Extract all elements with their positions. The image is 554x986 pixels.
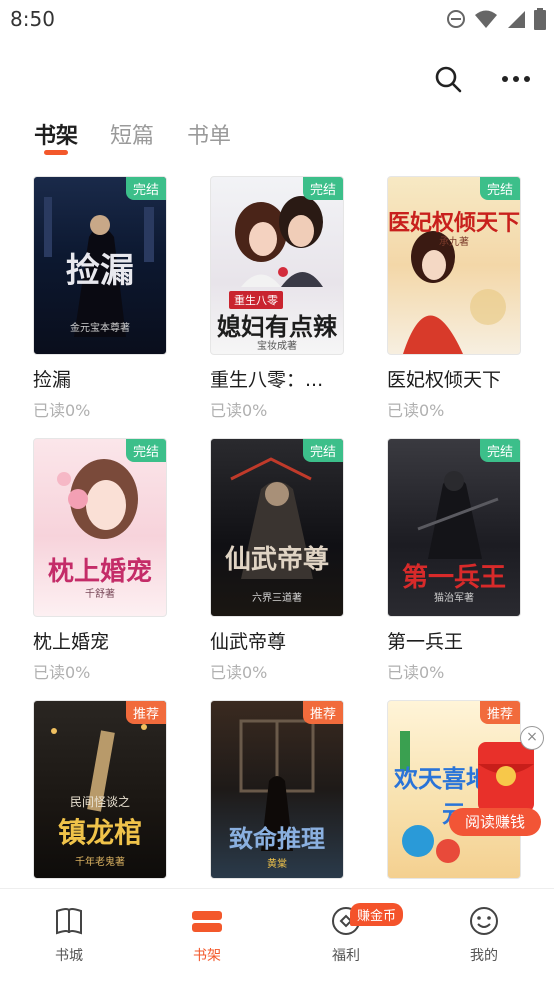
read-progress: 已读0% bbox=[210, 401, 268, 420]
book-title: 第一兵王 bbox=[387, 631, 464, 653]
status-badge: 推荐 bbox=[479, 701, 520, 724]
book-cover[interactable]: 枕上婚宠 千舒著 完结 bbox=[33, 438, 167, 617]
cover-author: 猫治军著 bbox=[434, 593, 474, 604]
cover-art bbox=[51, 724, 147, 812]
cover-title: 仙武帝尊 bbox=[224, 545, 329, 575]
cover-title: 致命推理 bbox=[229, 825, 325, 853]
status-badge: 完结 bbox=[479, 439, 520, 462]
cover-author: 宝妆成著 bbox=[257, 341, 297, 352]
book-item[interactable]: 枕上婚宠 千舒著 完结 枕上婚宠 已读0% bbox=[33, 438, 167, 683]
cover-author: 千舒著 bbox=[85, 589, 115, 600]
promo-label[interactable]: 阅读赚钱 bbox=[449, 808, 541, 836]
nav-label: 福利 bbox=[332, 948, 360, 964]
cover-author: 黄棠 bbox=[267, 859, 287, 870]
promo-close-button[interactable]: × bbox=[520, 726, 544, 750]
book-item[interactable]: 仙武帝尊 六界三道著 完结 仙武帝尊 已读0% bbox=[210, 438, 344, 683]
search-icon bbox=[435, 66, 462, 93]
battery-icon bbox=[534, 8, 546, 30]
cover-art bbox=[403, 231, 506, 354]
book-item[interactable]: 重生八零 媳妇有点辣 宝妆成著 完结 重生八零：... 已读0% bbox=[210, 176, 344, 421]
book-cover[interactable]: 仙武帝尊 六界三道著 完结 bbox=[210, 438, 344, 617]
search-button[interactable] bbox=[433, 64, 463, 94]
status-badge: 推荐 bbox=[302, 701, 343, 724]
book-cover[interactable]: 重生八零 媳妇有点辣 宝妆成著 完结 bbox=[210, 176, 344, 355]
book-open-icon bbox=[56, 908, 82, 935]
read-progress: 已读0% bbox=[210, 663, 268, 682]
cover-subtitle: 民间怪谈之 bbox=[69, 795, 130, 809]
bookshelf-icon bbox=[192, 911, 222, 932]
smiley-face-icon bbox=[470, 907, 498, 935]
book-title: 重生八零：... bbox=[210, 369, 324, 391]
nav-bookstore[interactable]: 书城 bbox=[29, 905, 109, 965]
nav-label: 我的 bbox=[470, 948, 498, 964]
tab-short-stories[interactable]: 短篇 bbox=[110, 118, 154, 150]
book-item[interactable]: 民间怪谈之 镇龙棺 千年老鬼著 推荐 bbox=[33, 700, 167, 879]
status-badge: 完结 bbox=[125, 439, 166, 462]
book-cover[interactable]: 医妃权倾天下 承九著 完结 bbox=[387, 176, 521, 355]
status-badge: 完结 bbox=[125, 177, 166, 200]
book-item[interactable]: 第一兵王 猫治军著 完结 第一兵王 已读0% bbox=[387, 438, 521, 683]
tab-bookshelf[interactable]: 书架 bbox=[34, 118, 78, 150]
cover-author: 六界三道著 bbox=[252, 593, 302, 604]
book-title: 枕上婚宠 bbox=[33, 631, 110, 653]
cover-title: 镇龙棺 bbox=[57, 816, 142, 849]
nav-bookshelf[interactable]: 书架 bbox=[167, 905, 247, 965]
book-cover[interactable]: 民间怪谈之 镇龙棺 千年老鬼著 推荐 bbox=[33, 700, 167, 879]
nav-label: 书城 bbox=[55, 948, 83, 964]
status-badge: 完结 bbox=[302, 177, 343, 200]
book-item[interactable]: 医妃权倾天下 承九著 完结 医妃权倾天下 已读0% bbox=[387, 176, 521, 421]
more-button[interactable] bbox=[499, 64, 533, 94]
cover-title: 捡漏 bbox=[66, 251, 134, 291]
cover-author: 承九著 bbox=[439, 237, 469, 248]
book-cover[interactable]: 致命推理 黄棠 推荐 bbox=[210, 700, 344, 879]
book-title: 医妃权倾天下 bbox=[387, 369, 502, 391]
app-bar bbox=[0, 58, 554, 108]
signal-icon bbox=[508, 11, 525, 28]
nav-profile[interactable]: 我的 bbox=[444, 905, 524, 965]
cover-author: 千年老鬼著 bbox=[75, 857, 125, 868]
book-title: 仙武帝尊 bbox=[210, 631, 287, 653]
read-progress: 已读0% bbox=[33, 663, 91, 682]
shelf-tabs: 书架 短篇 书单 bbox=[0, 112, 554, 162]
tab-booklists[interactable]: 书单 bbox=[187, 118, 231, 150]
read-progress: 已读0% bbox=[387, 401, 445, 420]
nav-label: 书架 bbox=[193, 948, 221, 964]
status-badge: 完结 bbox=[302, 439, 343, 462]
do-not-disturb-icon bbox=[447, 10, 465, 28]
wifi-icon bbox=[475, 10, 497, 28]
status-time: 8:50 bbox=[10, 7, 55, 31]
more-dots-icon bbox=[502, 76, 530, 82]
status-icons bbox=[446, 8, 546, 30]
book-item[interactable]: 捡漏 金元宝本尊著 完结 捡漏 已读0% bbox=[33, 176, 167, 421]
tab-indicator bbox=[44, 150, 68, 155]
read-progress: 已读0% bbox=[33, 401, 91, 420]
cover-title: 枕上婚宠 bbox=[47, 557, 152, 587]
book-cover[interactable]: 第一兵王 猫治军著 完结 bbox=[387, 438, 521, 617]
cover-author: 金元宝本尊著 bbox=[70, 323, 130, 334]
book-item[interactable]: 致命推理 黄棠 推荐 bbox=[210, 700, 344, 879]
read-progress: 已读0% bbox=[387, 663, 445, 682]
earn-coins-badge: 赚金币 bbox=[350, 903, 404, 926]
status-badge: 完结 bbox=[479, 177, 520, 200]
book-title: 捡漏 bbox=[33, 369, 72, 391]
book-cover[interactable]: 捡漏 金元宝本尊著 完结 bbox=[33, 176, 167, 355]
bottom-nav: 书城 书架 福利 赚金币 我的 bbox=[0, 888, 554, 986]
status-badge: 推荐 bbox=[125, 701, 166, 724]
status-bar: 8:50 bbox=[0, 0, 554, 40]
